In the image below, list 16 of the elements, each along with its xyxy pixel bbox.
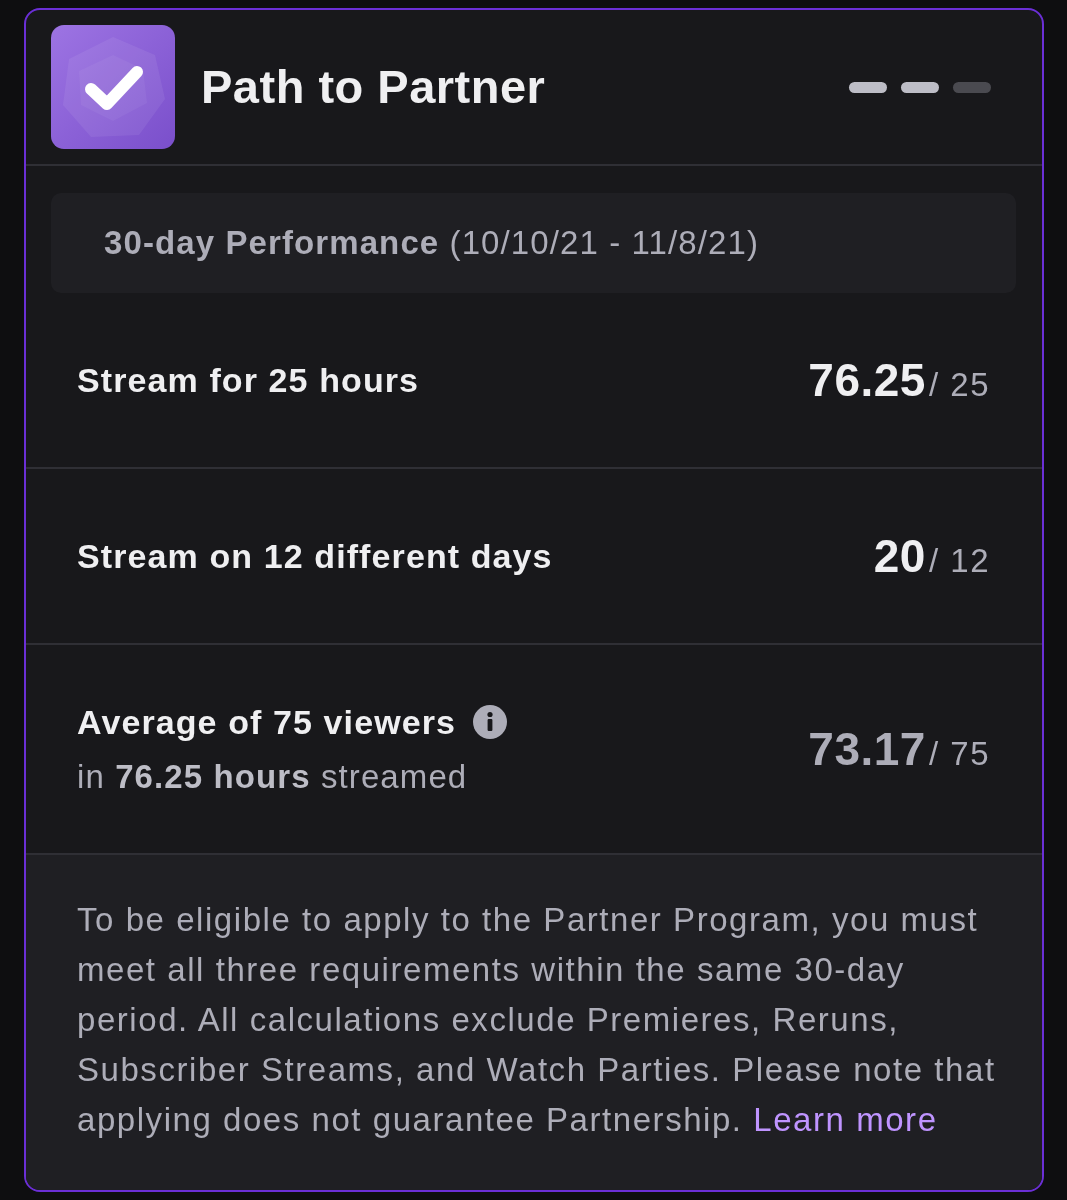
performance-period-text: 30-day Performance (10/10/21 - 11/8/21) <box>104 223 759 264</box>
requirement-label: Stream on 12 different days <box>77 535 553 577</box>
eligibility-note: To be eligible to apply to the Partner Program, you must meet all three requirements within the same 30-day period. All calculations exclude Premieres, Reruns, Subscriber Streams, and Watch Parties. Please note that applying does not guarantee Partnership. Learn more <box>77 900 997 1140</box>
learn-more-link[interactable]: Learn more <box>753 1101 938 1138</box>
info-icon[interactable] <box>473 705 508 740</box>
requirement-label: Stream for 25 hours <box>77 359 420 401</box>
target-value: / 75 <box>928 733 990 774</box>
requirement-label: Average of 75 viewers <box>77 701 457 743</box>
target-value: / 12 <box>928 540 990 581</box>
progress-value: 20 <box>873 528 926 584</box>
progress-value: 73.17 <box>808 721 926 777</box>
progress-value: 76.25 <box>808 352 926 408</box>
requirement-detail: in 76.25 hours streamed <box>77 756 469 797</box>
target-value: / 25 <box>928 364 990 405</box>
checkmark-badge-icon <box>51 25 175 149</box>
card-title: Path to Partner <box>201 58 546 115</box>
